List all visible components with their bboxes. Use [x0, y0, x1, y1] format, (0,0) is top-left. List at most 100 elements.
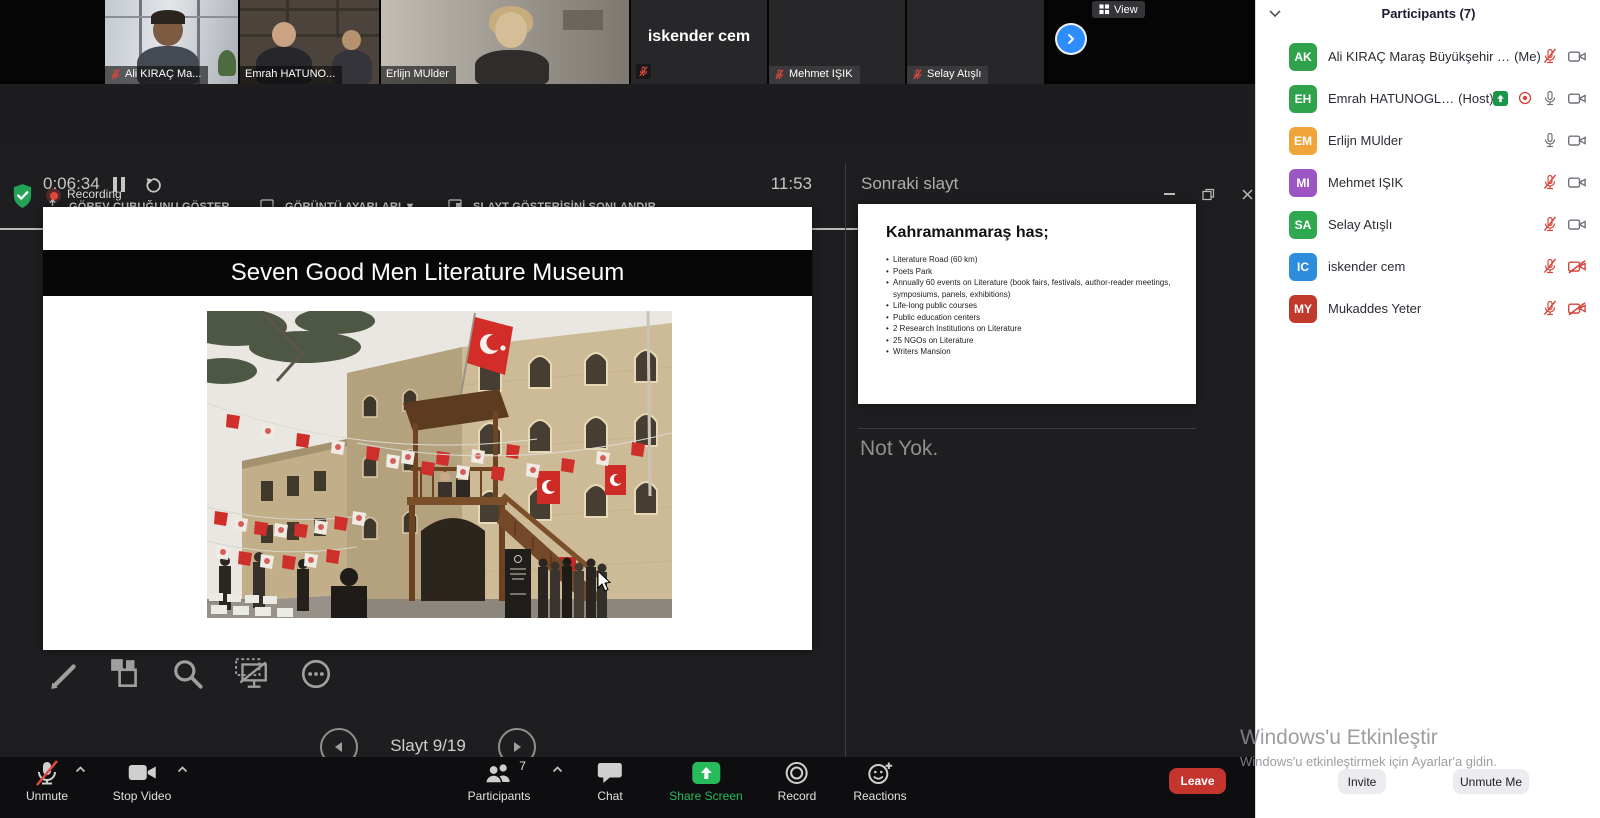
video-tile-erlijn[interactable]: Erlijn MUlder: [381, 0, 629, 84]
bullet-item: Poets Park: [893, 266, 932, 278]
chat-label: Chat: [597, 789, 622, 803]
participant-name: Selay Atışlı: [1328, 217, 1392, 232]
black-screen-button[interactable]: [230, 652, 274, 696]
zoom-slide-button[interactable]: [166, 652, 210, 696]
participant-name: Ali KIRAÇ Maraş Büyükşehir …(Me): [1328, 49, 1541, 64]
avatar: MY: [1289, 295, 1317, 323]
participant-row[interactable]: AK Ali KIRAÇ Maraş Büyükşehir …(Me): [1256, 36, 1600, 78]
participant-row[interactable]: MI Mehmet IŞIK: [1256, 162, 1600, 204]
chat-button[interactable]: Chat: [597, 761, 622, 803]
unmute-me-button[interactable]: Unmute Me: [1453, 769, 1529, 794]
unmute-button[interactable]: Unmute: [26, 761, 68, 803]
muted-mic-icon: [638, 66, 649, 77]
participant-row[interactable]: EH Emrah HATUNOGL…(Host): [1256, 78, 1600, 120]
close-button[interactable]: [1240, 187, 1254, 201]
current-time: 11:53: [742, 174, 812, 194]
museum-photo: [207, 311, 672, 618]
leave-label: Leave: [1180, 774, 1214, 788]
bullet-item: Literature Road (60 km): [893, 254, 977, 266]
close-icon: [1242, 189, 1253, 200]
camera-icon: [1567, 91, 1587, 106]
tile-name: Erlijn MUlder: [386, 69, 449, 80]
participants-count: 7: [519, 759, 526, 773]
camera-off-icon: [1567, 259, 1587, 274]
security-shield-icon[interactable]: [12, 183, 33, 210]
participants-icon: [485, 762, 513, 784]
share-screen-button[interactable]: Share Screen: [669, 761, 742, 803]
video-tile-mehmet[interactable]: Mehmet IŞIK: [769, 0, 905, 84]
stop-video-label: Stop Video: [113, 789, 172, 803]
video-tile-ali[interactable]: Ali KIRAÇ Ma...: [105, 0, 238, 84]
video-tile-selay[interactable]: Selay Atışlı: [907, 0, 1044, 84]
slide-sorter-button[interactable]: [104, 652, 148, 696]
video-tile-iskender[interactable]: iskender cem: [631, 0, 767, 84]
next-slide-header: Sonraki slayt: [861, 174, 958, 194]
next-slide-title: Kahramanmaraş has;: [886, 224, 1182, 242]
avatar: SA: [1289, 211, 1317, 239]
muted-mic-icon: [774, 69, 785, 80]
participant-row[interactable]: EM Erlijn MUlder: [1256, 120, 1600, 162]
presentation-timer: 0:06:34: [43, 174, 100, 194]
control-bar: Recording GÖREV ÇUBUĞUNU GÖSTER GÖRÜNTÜ …: [0, 84, 1255, 145]
next-page-button[interactable]: [1057, 25, 1085, 53]
video-camera-icon: [128, 763, 157, 783]
bullet-item: Annually 60 events on Literature (book f…: [893, 277, 1182, 300]
view-button[interactable]: View: [1092, 1, 1145, 18]
leave-button[interactable]: Leave: [1169, 768, 1226, 794]
blank-screen-icon: [234, 657, 270, 691]
muted-mic-icon: [34, 760, 60, 786]
slide: Seven Good Men Literature Museum: [43, 207, 812, 650]
participant-name: Mehmet IŞIK: [1328, 175, 1403, 190]
more-options-button[interactable]: [294, 652, 338, 696]
participants-panel: Participants (7) AK Ali KIRAÇ Maraş Büyü…: [1255, 0, 1600, 818]
reactions-smiley-icon: [867, 761, 893, 785]
minimize-button[interactable]: [1162, 187, 1176, 201]
play-right-icon: [510, 740, 524, 754]
zoom-meeting-window: Ali KIRAÇ Ma... Emrah HATUNO...: [0, 0, 1600, 818]
restart-timer-button[interactable]: [144, 177, 161, 194]
bullet-item: Life-long public courses: [893, 300, 977, 312]
muted-mic-icon: [110, 69, 121, 80]
video-options-caret[interactable]: [176, 765, 189, 774]
participant-name: iskender cem: [1328, 259, 1405, 274]
participants-button[interactable]: 7 Participants: [468, 761, 531, 803]
slide-title: Seven Good Men Literature Museum: [231, 259, 625, 287]
participants-options-caret[interactable]: [551, 765, 564, 774]
slides-icon: [109, 657, 143, 691]
participant-row[interactable]: IC iskender cem: [1256, 246, 1600, 288]
restore-button[interactable]: [1201, 187, 1215, 201]
mic-icon: [1542, 90, 1558, 106]
audio-options-caret[interactable]: [74, 765, 87, 774]
pen-tool-button[interactable]: [42, 652, 86, 696]
pause-timer-button[interactable]: [113, 177, 125, 192]
camera-icon: [1567, 49, 1587, 64]
avatar: MI: [1289, 169, 1317, 197]
slide-counter: Slayt 9/19: [376, 736, 480, 756]
record-label: Record: [778, 789, 817, 803]
muted-mic-icon: [1542, 300, 1558, 316]
tile-name: Ali KIRAÇ Ma...: [125, 69, 201, 80]
screen-sharing-icon: [1493, 91, 1508, 106]
video-strip: Ali KIRAÇ Ma... Emrah HATUNO...: [0, 0, 1255, 84]
avatar: EH: [1289, 85, 1317, 113]
tile-name: Mehmet IŞIK: [789, 69, 853, 80]
next-slide-preview: Kahramanmaraş has; Literature Road (60 k…: [858, 204, 1196, 404]
record-button[interactable]: Record: [778, 761, 817, 803]
unmute-me-label: Unmute Me: [1460, 775, 1522, 789]
minimize-icon: [1164, 193, 1175, 195]
grid-view-icon: [1099, 4, 1110, 15]
camera-icon: [1567, 133, 1587, 148]
tile-name: Selay Atışlı: [927, 69, 981, 80]
camera-off-icon: [1567, 301, 1587, 316]
notes-divider: [858, 428, 1196, 429]
reactions-button[interactable]: Reactions: [853, 761, 906, 803]
invite-button[interactable]: Invite: [1338, 769, 1386, 794]
record-icon: [785, 761, 809, 785]
stop-video-button[interactable]: Stop Video: [113, 761, 172, 803]
participant-name: Erlijn MUlder: [1328, 133, 1402, 148]
tile-name: iskender cem: [631, 28, 767, 46]
participant-row[interactable]: MY Mukaddes Yeter: [1256, 288, 1600, 330]
video-tile-emrah[interactable]: Emrah HATUNO...: [240, 0, 379, 84]
participant-row[interactable]: SA Selay Atışlı: [1256, 204, 1600, 246]
share-screen-icon: [692, 762, 720, 784]
